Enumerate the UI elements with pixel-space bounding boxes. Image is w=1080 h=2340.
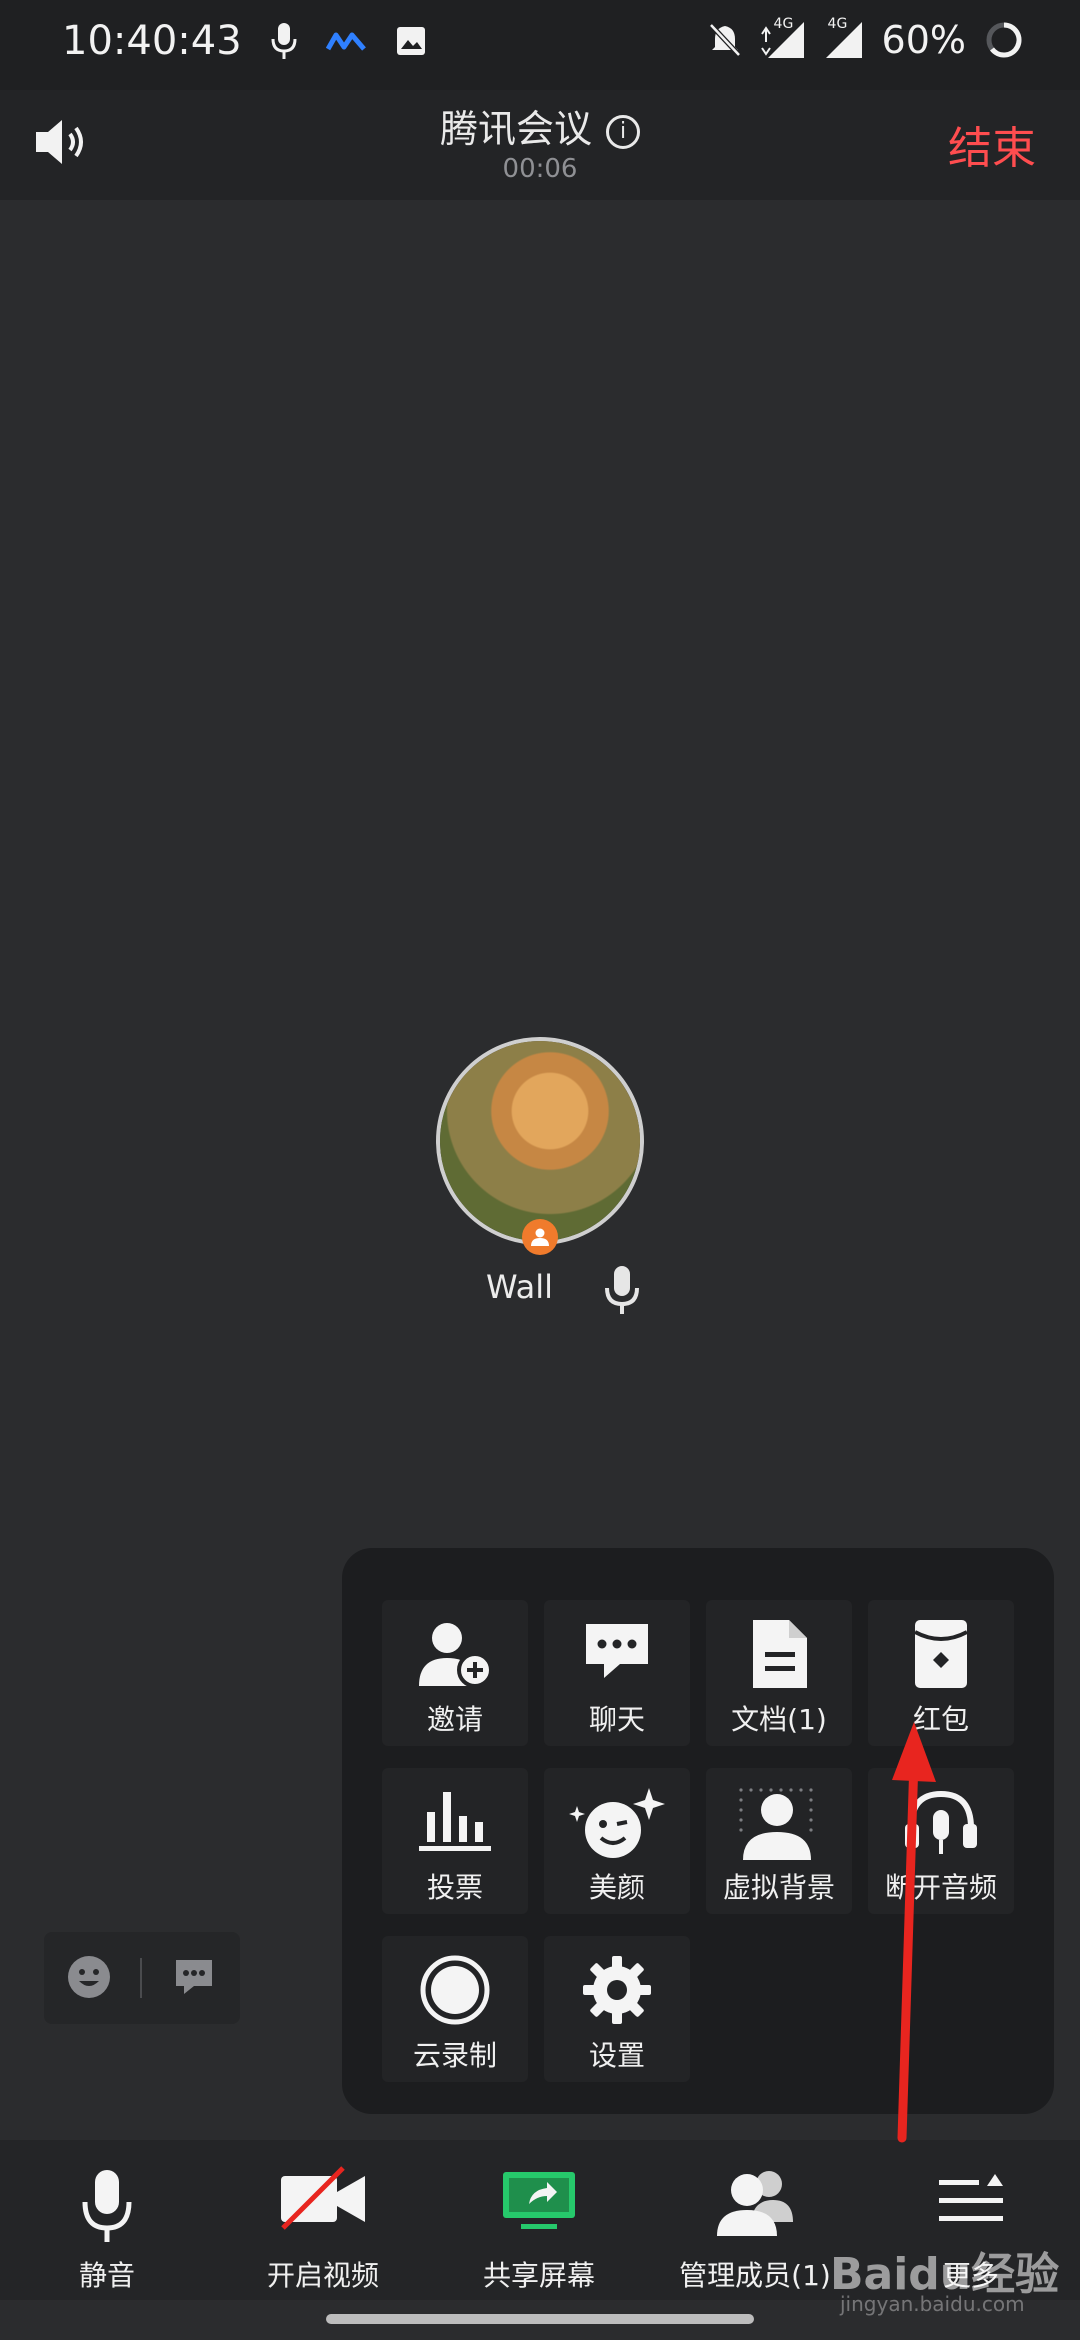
- image-status-icon: [396, 27, 425, 55]
- reaction-toolbar: [44, 1932, 240, 2024]
- start-video-button[interactable]: 开启视频: [228, 2154, 418, 2294]
- emoji-icon[interactable]: [66, 1954, 112, 2000]
- mute-button[interactable]: 静音: [12, 2154, 202, 2294]
- video-off-icon: [281, 2166, 365, 2230]
- beauty-icon: [569, 1788, 665, 1858]
- battery-percent: 60%: [881, 18, 966, 62]
- meeting-header: 腾讯会议 i 00:06 结束: [0, 90, 1080, 200]
- menu-item-disconnect-audio[interactable]: 断开音频: [868, 1768, 1014, 1914]
- share-screen-label: 共享屏幕: [482, 2259, 595, 2292]
- status-left: 10:40:43: [62, 18, 428, 64]
- menu-item-label: 聊天: [588, 1703, 645, 1736]
- reaction-divider: [140, 1958, 142, 1998]
- comment-icon[interactable]: [172, 1956, 216, 1998]
- network-type-label-1: 4G: [773, 16, 794, 32]
- meeting-timer: 00:06: [502, 154, 578, 184]
- menu-item-label: 虚拟背景: [722, 1871, 835, 1904]
- status-clock: 10:40:43: [62, 18, 242, 64]
- host-badge-icon: [522, 1219, 558, 1255]
- meeting-title-row[interactable]: 腾讯会议 i: [0, 98, 1080, 153]
- chat-icon: [586, 1624, 648, 1678]
- participant-avatar[interactable]: [436, 1037, 644, 1245]
- status-bar: 10:40:43 4G 4G 60%: [0, 0, 1080, 90]
- more-menu-icon: [939, 2174, 1003, 2221]
- menu-item-chat[interactable]: 聊天: [544, 1600, 690, 1746]
- share-screen-icon: [503, 2172, 575, 2229]
- avatar-photo: [440, 1041, 640, 1241]
- menu-item-label: 投票: [426, 1871, 483, 1904]
- cloud-record-icon: [420, 1955, 490, 2025]
- signal-icon-2: 4G: [824, 16, 864, 60]
- home-indicator[interactable]: [326, 2314, 754, 2324]
- menu-item-label: 红包: [912, 1703, 969, 1736]
- microphone-icon: [82, 2170, 132, 2242]
- menu-item-invite[interactable]: 邀请: [382, 1600, 528, 1746]
- red-packet-icon: [914, 1620, 968, 1688]
- settings-icon: [583, 1956, 651, 2024]
- document-icon: [753, 1620, 807, 1688]
- more-menu-panel: 邀请 聊天 文档(1) 红包 投票 美颜 虚拟背景 断开音频 云录制 设置: [342, 1548, 1054, 2114]
- bell-muted-icon: [708, 23, 741, 57]
- participant-mic-icon: [605, 1266, 639, 1314]
- meeting-title: 腾讯会议: [439, 107, 592, 151]
- menu-item-document[interactable]: 文档(1): [706, 1600, 852, 1746]
- menu-item-virtual-background[interactable]: 虚拟背景: [706, 1768, 852, 1914]
- menu-item-label: 邀请: [426, 1703, 483, 1736]
- status-right: 4G 4G 60%: [708, 16, 1024, 62]
- participant-name: Wall: [486, 1268, 553, 1306]
- network-type-label-2: 4G: [827, 16, 848, 32]
- manage-members-button[interactable]: 管理成员(1): [660, 2154, 850, 2294]
- mute-label: 静音: [78, 2259, 135, 2292]
- menu-item-label: 美颜: [588, 1871, 645, 1904]
- menu-item-label: 断开音频: [884, 1871, 997, 1904]
- battery-ring-icon: [986, 22, 1022, 58]
- app-notification-icon: [325, 32, 366, 51]
- invite-icon: [419, 1623, 493, 1688]
- menu-item-vote[interactable]: 投票: [382, 1768, 528, 1914]
- menu-item-label: 云录制: [412, 2039, 497, 2072]
- disconnect-audio-icon: [905, 1790, 977, 1854]
- video-label: 开启视频: [266, 2259, 379, 2292]
- signal-icon-1: 4G: [760, 16, 806, 60]
- menu-item-beauty[interactable]: 美颜: [544, 1768, 690, 1914]
- menu-item-settings[interactable]: 设置: [544, 1936, 690, 2082]
- end-meeting-button[interactable]: 结束: [948, 112, 1036, 176]
- menu-item-label: 设置: [588, 2039, 645, 2072]
- menu-item-cloud-record[interactable]: 云录制: [382, 1936, 528, 2082]
- info-icon[interactable]: i: [606, 114, 640, 149]
- menu-item-label: 文档(1): [731, 1703, 827, 1736]
- menu-item-red-packet[interactable]: 红包: [868, 1600, 1014, 1746]
- microphone-status-icon: [271, 23, 297, 59]
- members-icon: [717, 2171, 793, 2236]
- vote-icon: [419, 1792, 491, 1851]
- baidu-watermark-url: jingyan.baidu.com: [840, 2292, 1025, 2316]
- virtual-background-icon: [739, 1788, 813, 1860]
- share-screen-button[interactable]: 共享屏幕: [444, 2154, 634, 2294]
